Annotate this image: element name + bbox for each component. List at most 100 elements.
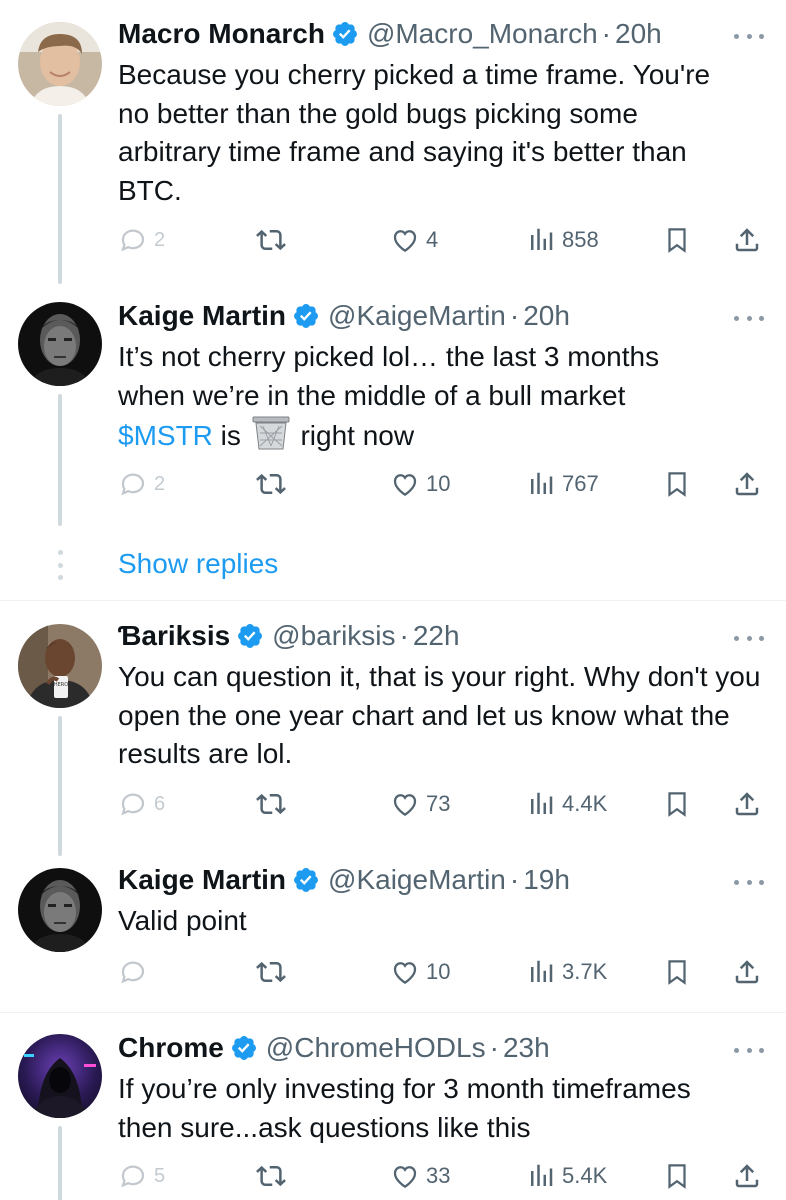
share-icon bbox=[735, 1164, 759, 1188]
reply-icon bbox=[121, 473, 145, 496]
display-name[interactable]: Macro Monarch bbox=[118, 14, 325, 54]
tweet-text-fragment: is bbox=[212, 420, 249, 451]
thread-line bbox=[58, 394, 62, 526]
handle[interactable]: @ChromeHODLs bbox=[266, 1028, 486, 1068]
timestamp[interactable]: 20h bbox=[615, 14, 662, 54]
like-button[interactable]: 4 bbox=[390, 220, 438, 260]
view-count: 767 bbox=[562, 471, 599, 496]
repost-button[interactable] bbox=[256, 952, 286, 992]
avatar-image bbox=[18, 22, 102, 106]
repost-button[interactable] bbox=[256, 220, 286, 260]
display-name[interactable]: Kaige Martin bbox=[118, 860, 286, 900]
verified-badge-icon bbox=[294, 304, 318, 328]
views-button[interactable]: 767 bbox=[526, 464, 599, 504]
views-chart-icon bbox=[531, 1164, 553, 1186]
bookmark-button[interactable] bbox=[662, 1156, 692, 1196]
avatar[interactable] bbox=[18, 1034, 102, 1118]
heart-icon bbox=[393, 474, 417, 496]
repost-button[interactable] bbox=[256, 464, 286, 504]
action-bar: 2 10 767 bbox=[118, 464, 778, 504]
avatar-image bbox=[18, 302, 102, 386]
avatar-image bbox=[18, 868, 102, 952]
verified-badge-icon bbox=[294, 868, 318, 892]
divider bbox=[0, 1012, 786, 1013]
separator-dot: · bbox=[509, 300, 520, 331]
bookmark-button[interactable] bbox=[662, 952, 692, 992]
handle[interactable]: @Macro_Monarch bbox=[367, 14, 598, 54]
like-button[interactable]: 10 bbox=[390, 952, 450, 992]
repost-button[interactable] bbox=[256, 784, 286, 824]
like-count: 10 bbox=[426, 471, 451, 496]
repost-icon bbox=[256, 793, 286, 815]
view-count: 5.4K bbox=[562, 1163, 608, 1188]
views-button[interactable]: 5.4K bbox=[526, 1156, 607, 1196]
like-button[interactable]: 10 bbox=[390, 464, 450, 504]
like-button[interactable]: 33 bbox=[390, 1156, 450, 1196]
tweet-text-fragment: right now bbox=[292, 420, 415, 451]
tweet-header: Macro Monarch @Macro_Monarch · 20h bbox=[118, 14, 662, 54]
display-name[interactable]: Chrome bbox=[118, 1028, 224, 1068]
wastebasket-emoji-icon bbox=[252, 416, 290, 450]
reply-count: 2 bbox=[154, 228, 166, 251]
handle[interactable]: @bariksis bbox=[272, 616, 395, 656]
bookmark-icon bbox=[668, 228, 686, 253]
tweet-text: If you’re only investing for 3 month tim… bbox=[118, 1073, 691, 1143]
tweet-text-line: It’s not cherry picked lol… the last 3 m… bbox=[118, 341, 660, 372]
timestamp[interactable]: 19h bbox=[523, 860, 570, 900]
tweet-header: Kaige Martin @KaigeMartin · 19h bbox=[118, 860, 570, 900]
display-name[interactable]: Kaige Martin bbox=[118, 296, 286, 336]
view-count: 3.7K bbox=[562, 959, 608, 984]
tweet-text: It’s not cherry picked lol… the last 3 m… bbox=[118, 338, 768, 456]
share-button[interactable] bbox=[732, 220, 762, 260]
timestamp[interactable]: 22h bbox=[413, 616, 460, 656]
avatar-image bbox=[18, 1034, 102, 1118]
more-options-icon[interactable] bbox=[734, 26, 764, 46]
share-icon bbox=[735, 228, 759, 252]
more-options-icon[interactable] bbox=[734, 308, 764, 328]
avatar[interactable] bbox=[18, 22, 102, 106]
view-count: 4.4K bbox=[562, 791, 608, 816]
tweet-header: Ɓariksis @bariksis · 22h bbox=[118, 616, 460, 656]
handle[interactable]: @KaigeMartin bbox=[328, 296, 506, 336]
avatar[interactable]: HERO bbox=[18, 624, 102, 708]
more-options-icon[interactable] bbox=[734, 872, 764, 892]
views-button[interactable]: 4.4K bbox=[526, 784, 607, 824]
show-replies-link[interactable]: Show replies bbox=[118, 544, 278, 584]
reply-button[interactable]: 2 bbox=[118, 464, 165, 504]
reply-button[interactable]: 5 bbox=[118, 1156, 165, 1196]
share-button[interactable] bbox=[732, 784, 762, 824]
separator-dot: · bbox=[509, 864, 520, 895]
display-name[interactable]: Ɓariksis bbox=[118, 616, 230, 656]
tweet-text: Valid point bbox=[118, 905, 247, 936]
bookmark-button[interactable] bbox=[662, 220, 692, 260]
repost-button[interactable] bbox=[256, 1156, 286, 1196]
handle[interactable]: @KaigeMartin bbox=[328, 860, 506, 900]
avatar[interactable] bbox=[18, 868, 102, 952]
views-button[interactable]: 858 bbox=[526, 220, 599, 260]
reply-button[interactable]: 6 bbox=[118, 784, 165, 824]
tweet-text: You can question it, that is your right.… bbox=[118, 661, 761, 769]
timestamp[interactable]: 20h bbox=[523, 296, 570, 336]
views-button[interactable]: 3.7K bbox=[526, 952, 607, 992]
cashtag-link[interactable]: $MSTR bbox=[118, 420, 213, 451]
share-button[interactable] bbox=[732, 1156, 762, 1196]
timestamp[interactable]: 23h bbox=[503, 1028, 550, 1068]
reply-count: 2 bbox=[154, 472, 166, 495]
share-button[interactable] bbox=[732, 952, 762, 992]
share-button[interactable] bbox=[732, 464, 762, 504]
bookmark-button[interactable] bbox=[662, 784, 692, 824]
bookmark-icon bbox=[668, 1164, 686, 1189]
views-chart-icon bbox=[531, 792, 553, 814]
more-options-icon[interactable] bbox=[734, 1040, 764, 1060]
avatar[interactable] bbox=[18, 302, 102, 386]
more-options-icon[interactable] bbox=[734, 628, 764, 648]
thread-gap-dots-icon bbox=[55, 550, 65, 580]
view-count: 858 bbox=[562, 227, 599, 252]
divider bbox=[0, 600, 786, 601]
like-button[interactable]: 73 bbox=[390, 784, 450, 824]
reply-button[interactable] bbox=[118, 952, 154, 992]
bookmark-button[interactable] bbox=[662, 464, 692, 504]
reply-count: 6 bbox=[154, 792, 166, 815]
share-icon bbox=[735, 792, 759, 816]
reply-button[interactable]: 2 bbox=[118, 220, 165, 260]
